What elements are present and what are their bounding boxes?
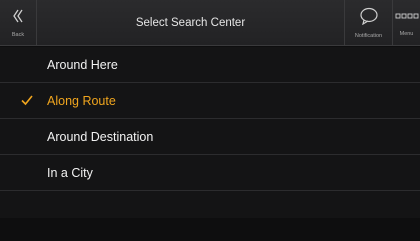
empty-list-row bbox=[0, 191, 420, 218]
option-around-destination[interactable]: Around Destination bbox=[0, 119, 420, 155]
back-label: Back bbox=[11, 32, 25, 38]
checkmark-icon bbox=[20, 93, 34, 107]
option-in-a-city[interactable]: In a City bbox=[0, 155, 420, 191]
option-around-here[interactable]: Around Here bbox=[0, 47, 420, 83]
option-along-route[interactable]: Along Route bbox=[0, 83, 420, 119]
search-center-options: Around Here Along Route Around Destinati… bbox=[0, 47, 420, 218]
menu-button[interactable]: Menu bbox=[392, 0, 420, 46]
double-chevron-left-icon bbox=[12, 8, 24, 29]
notification-label: Notification bbox=[354, 33, 383, 39]
option-label: In a City bbox=[47, 166, 93, 180]
menu-grid-icon bbox=[395, 10, 419, 28]
menu-label: Menu bbox=[399, 30, 414, 37]
option-label: Along Route bbox=[47, 94, 116, 108]
header-bar: Back Select Search Center Notification M… bbox=[0, 0, 420, 46]
notification-button[interactable]: Notification bbox=[344, 0, 392, 46]
speech-bubble-icon bbox=[359, 7, 379, 30]
option-label: Around Destination bbox=[47, 130, 154, 144]
page-title: Select Search Center bbox=[135, 17, 246, 29]
back-button[interactable]: Back bbox=[0, 0, 37, 46]
option-label: Around Here bbox=[47, 58, 118, 72]
